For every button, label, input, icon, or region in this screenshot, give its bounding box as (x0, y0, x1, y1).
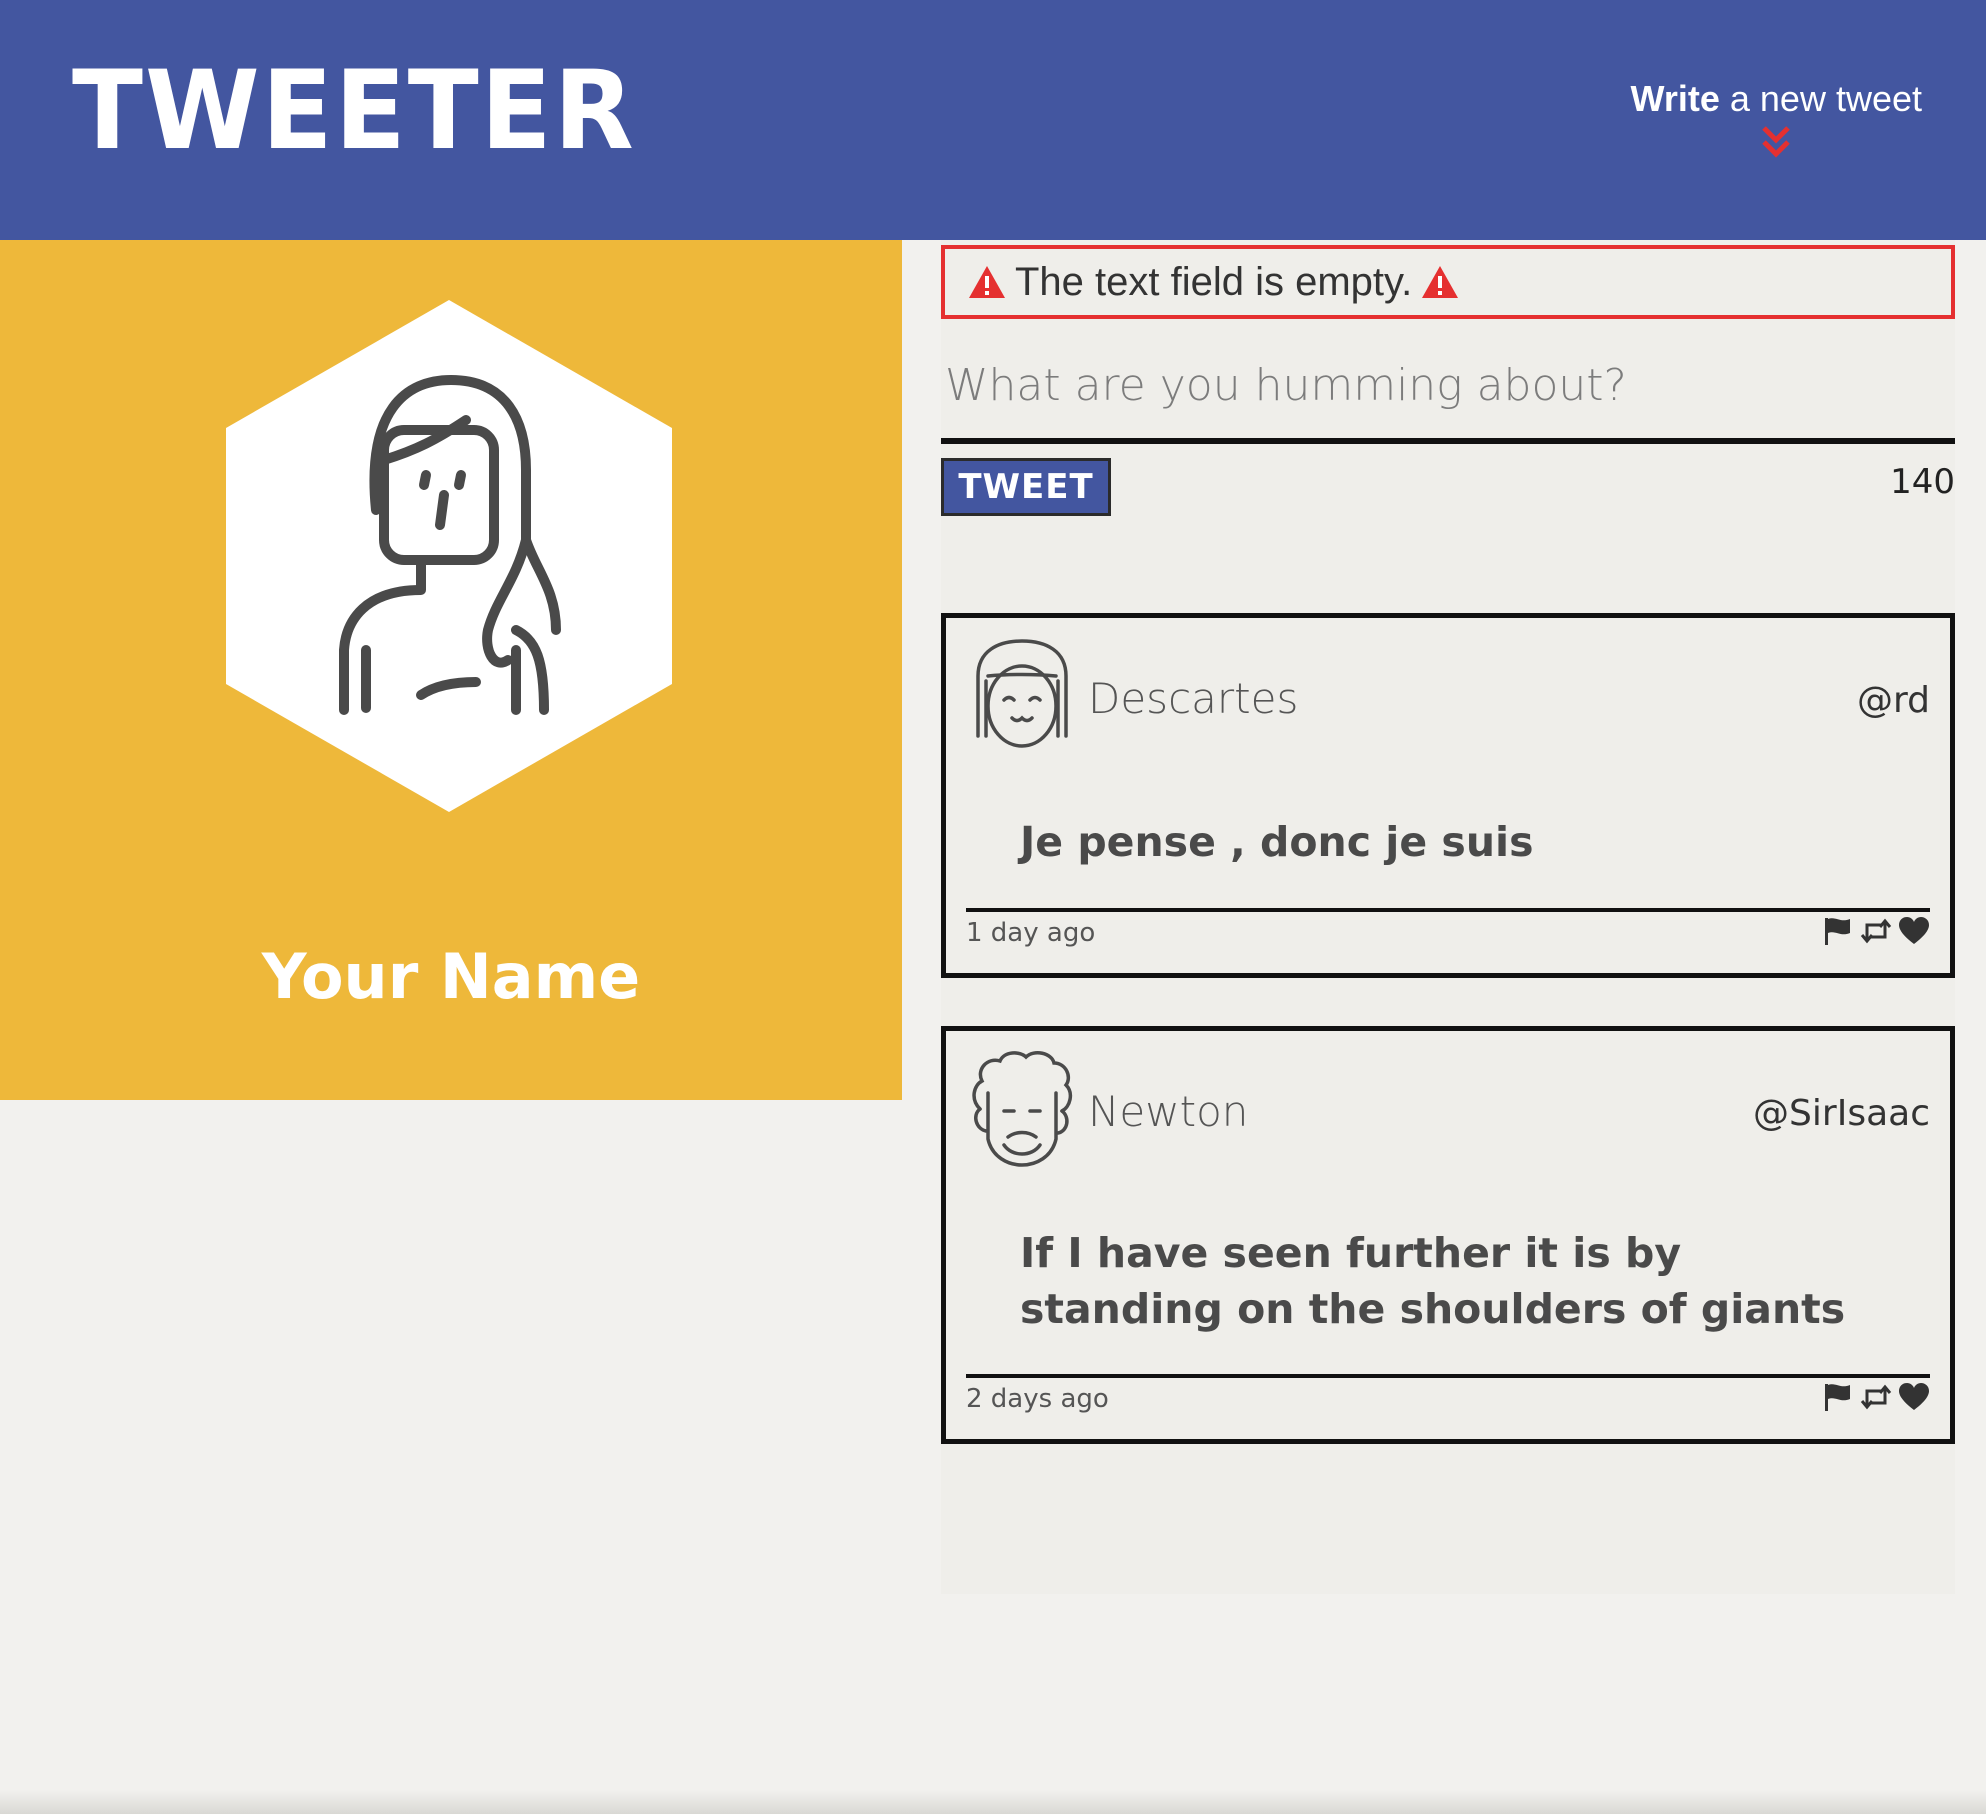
flag-icon[interactable] (1822, 916, 1854, 946)
tweet-submit-button[interactable]: TWEET (941, 458, 1111, 516)
warning-icon (969, 266, 1005, 298)
retweet-icon[interactable] (1860, 1382, 1892, 1412)
profile-card: Your Name (0, 240, 902, 1100)
tweet-footer: 2 days ago (966, 1374, 1930, 1428)
tweet-author-name: Descartes (1088, 674, 1299, 723)
error-text: The text field is empty. (1015, 259, 1413, 304)
tweet-content: If I have seen further it is by standing… (1020, 1229, 1846, 1333)
warning-icon (1422, 266, 1459, 298)
tweet-actions (1822, 916, 1930, 946)
main-column: The text field is empty. TWEET 140 Desca… (941, 240, 1955, 1594)
tweet-timestamp: 2 days ago (966, 1384, 1109, 1414)
tweet-author-handle: @SirIsaac (1753, 1093, 1930, 1134)
tweet-author-handle: @rd (1856, 680, 1930, 721)
tweet-text-input[interactable] (941, 340, 1955, 444)
newton-avatar-icon (972, 1051, 1073, 1167)
double-chevron-down-icon[interactable] (1756, 124, 1796, 160)
heart-icon[interactable] (1898, 1382, 1930, 1412)
tweet-actions (1822, 1382, 1930, 1412)
window-bottom-edge (0, 1790, 1986, 1814)
retweet-icon[interactable] (1860, 916, 1892, 946)
app-logo[interactable]: TWEETER (72, 55, 636, 164)
flag-icon[interactable] (1822, 1382, 1854, 1412)
tweet-author-name: Newton (1088, 1087, 1249, 1136)
heart-icon[interactable] (1898, 916, 1930, 946)
tweet-timestamp: 1 day ago (966, 918, 1096, 948)
error-message: The text field is empty. (941, 245, 1955, 319)
compose-toggle-label: a new tweet (1719, 78, 1922, 119)
tweet-content: Je pense , donc je suis (1020, 818, 1534, 866)
tweet-card: Newton @SirIsaac If I have seen further … (941, 1026, 1955, 1444)
woman-avatar-icon (226, 300, 672, 812)
top-nav: TWEETER Write a new tweet (0, 0, 1986, 240)
descartes-avatar-icon (976, 639, 1068, 748)
tweet-card: Descartes @rd Je pense , donc je suis 1 … (941, 613, 1955, 978)
write-new-tweet-toggle[interactable]: Write a new tweet (1631, 78, 1922, 160)
character-counter: 140 (1890, 462, 1955, 502)
compose-toggle-strong: Write (1630, 78, 1720, 119)
tweet-footer: 1 day ago (966, 908, 1930, 962)
profile-name: Your Name (261, 940, 641, 1013)
